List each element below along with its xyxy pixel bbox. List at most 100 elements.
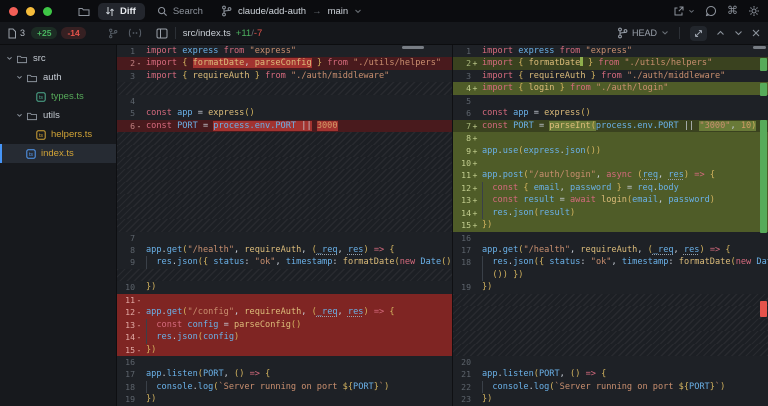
code-line: app.get("/config", requireAuth, (_req, r… <box>146 307 395 318</box>
diff-row: 13- const config = parseConfig() <box>117 318 452 332</box>
settings-gear-button[interactable] <box>748 5 760 17</box>
line-number: 15 <box>125 344 135 355</box>
sidebar-item-index-ts[interactable]: ts index.ts <box>0 144 116 163</box>
comments-button[interactable] <box>705 5 717 17</box>
close-diff-button[interactable] <box>752 29 760 37</box>
line-number: 3 <box>466 70 471 81</box>
search-icon <box>157 6 168 17</box>
diff-row: 11- <box>117 293 452 307</box>
source-branch[interactable]: claude/add-auth <box>238 6 306 17</box>
code-line: import { formatDate } from "./utils/help… <box>482 57 713 69</box>
code-line: import { login } from "./auth/login" <box>482 83 669 94</box>
folder-icon <box>27 112 37 120</box>
file-tree-sidebar: src auth ts types.ts utils ts helpers.ts ts inde… <box>0 45 117 406</box>
code-line: import { formatDate, parseConfig } from … <box>146 58 442 69</box>
sidebar-item-label: utils <box>43 110 60 121</box>
code-line: }) <box>146 282 157 293</box>
line-number: 11 <box>461 170 471 181</box>
diff-row: 20 <box>453 356 768 368</box>
line-number: 5 <box>466 95 471 106</box>
diff-sign: - <box>136 58 142 69</box>
code-line: app.post("/auth/login", async (req, res)… <box>482 170 716 181</box>
command-icon[interactable]: ⌘ <box>727 5 738 17</box>
diff-row: 14- res.json(config) <box>117 331 452 344</box>
diff-row: 12 + const { email, password } = req.body <box>453 181 768 195</box>
diff-sign <box>135 256 143 268</box>
line-number <box>453 269 471 281</box>
next-change-button[interactable] <box>734 30 743 36</box>
line-number: 9 <box>466 145 471 156</box>
sidebar-item-utils[interactable]: utils <box>0 106 116 125</box>
diff-row: 15 +}) <box>453 219 768 232</box>
diff-gap-row <box>453 343 768 356</box>
app-window: { "colors": {"accent_blue": "#4695f7", "… <box>0 0 768 406</box>
chevron-down-icon <box>689 9 694 13</box>
svg-text:ts: ts <box>39 95 43 101</box>
diff-sign <box>471 95 479 107</box>
diff-sign <box>135 107 143 119</box>
sidebar-item-helpers-ts[interactable]: ts helpers.ts <box>0 125 116 144</box>
sidebar-item-types-ts[interactable]: ts types.ts <box>0 87 116 106</box>
sidebar-toggle-button[interactable] <box>156 28 168 39</box>
head-ref-selector[interactable]: HEAD <box>617 27 669 39</box>
line-number: 7 <box>130 232 135 243</box>
folder-icon[interactable] <box>74 4 94 19</box>
line-number: 5 <box>130 108 135 119</box>
minimize-window-button[interactable] <box>26 6 35 16</box>
total-additions-badge: +25 <box>31 27 58 39</box>
diff-sign: - <box>136 294 142 305</box>
code-line: const PORT = parseInt(process.env.PORT |… <box>482 120 757 131</box>
target-branch[interactable]: main <box>328 6 349 17</box>
commit-graph-icon[interactable] <box>108 28 118 39</box>
diff-sign: + <box>472 58 478 69</box>
whitespace-toggle-icon[interactable] <box>128 28 142 38</box>
diff-row: 13 + const result = await login(email, pa… <box>453 194 768 207</box>
chevron-down-icon[interactable] <box>6 56 13 61</box>
close-window-button[interactable] <box>9 6 18 16</box>
chevron-down-icon[interactable] <box>16 113 23 118</box>
scrollbar-thumb[interactable] <box>402 46 424 49</box>
open-external-button[interactable] <box>673 5 695 17</box>
expand-diff-button[interactable] <box>690 25 707 41</box>
diff-row: 1 import express from "express" <box>453 45 768 57</box>
scrollbar-thumb[interactable] <box>753 46 766 49</box>
chevron-down-icon <box>662 31 668 35</box>
diff-row: 3 import { requireAuth } from "./auth/mid… <box>453 70 768 82</box>
diff-sign: + <box>472 195 478 206</box>
chevron-down-icon[interactable] <box>354 8 362 14</box>
search-button[interactable]: Search <box>149 4 211 19</box>
diff-sign <box>471 244 479 256</box>
code-line: app.listen(PORT, () => { <box>482 369 607 380</box>
line-number: 8 <box>130 245 135 255</box>
diff-sign <box>135 70 143 82</box>
diff-row: 18 res.json({ status: "ok", timestamp: f… <box>453 256 768 269</box>
diff-row: 14 + res.json(result) <box>453 206 768 220</box>
tab-diff[interactable]: Diff <box>98 2 145 20</box>
zoom-window-button[interactable] <box>43 6 52 16</box>
diff-sign <box>471 381 479 393</box>
line-number: 1 <box>466 46 471 56</box>
diff-gap-row <box>117 132 452 145</box>
line-number: 7 <box>466 120 471 131</box>
diff-sign <box>135 281 143 293</box>
line-number: 3 <box>130 70 135 81</box>
diff-row: 19}) <box>453 281 768 293</box>
line-number: 2 <box>466 58 471 69</box>
sidebar-item-src[interactable]: src <box>0 49 116 68</box>
line-number: 23 <box>461 394 471 405</box>
total-deletions-badge: -14 <box>61 27 86 39</box>
code-line: const result = await login(email, passwo… <box>479 194 768 207</box>
diff-sign: + <box>472 157 478 168</box>
sidebar-item-label: index.ts <box>41 148 74 159</box>
chevron-down-icon[interactable] <box>16 75 23 80</box>
sidebar-item-auth[interactable]: auth <box>0 68 116 87</box>
diff-sign <box>135 381 143 393</box>
prev-change-button[interactable] <box>716 30 725 36</box>
code-line: ()) }) <box>479 268 768 282</box>
code-line: res.json(config) <box>143 331 452 344</box>
diff-gap-row <box>117 144 452 157</box>
line-number: 20 <box>461 356 471 367</box>
